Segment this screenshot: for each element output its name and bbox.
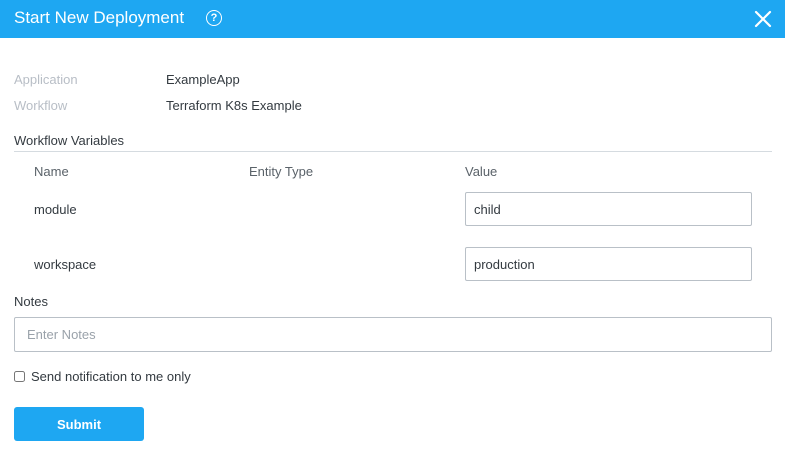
column-header-entity-type: Entity Type	[249, 164, 314, 179]
variable-name-module: module	[34, 202, 77, 217]
application-value: ExampleApp	[166, 72, 240, 87]
workflow-value: Terraform K8s Example	[166, 98, 302, 113]
variable-value-module-input[interactable]	[465, 192, 752, 226]
start-deployment-dialog: Start New Deployment ? Application Examp…	[0, 0, 785, 458]
workflow-variables-title: Workflow Variables	[14, 133, 125, 148]
variable-name-workspace: workspace	[34, 257, 97, 272]
dialog-header: Start New Deployment ?	[0, 0, 785, 38]
application-label: Application	[14, 72, 78, 87]
workflow-label: Workflow	[14, 98, 68, 113]
close-icon[interactable]	[754, 10, 772, 28]
section-divider	[14, 151, 772, 152]
submit-button[interactable]: Submit	[14, 407, 144, 441]
variable-value-workspace-input[interactable]	[465, 247, 752, 281]
column-header-value: Value	[465, 164, 498, 179]
column-header-name: Name	[34, 164, 69, 179]
notes-input[interactable]	[14, 317, 772, 352]
notification-checkbox[interactable]	[14, 371, 25, 382]
question-circle-icon[interactable]: ?	[206, 10, 222, 26]
dialog-title: Start New Deployment	[14, 8, 185, 27]
notes-label: Notes	[14, 294, 48, 309]
notification-checkbox-label[interactable]: Send notification to me only	[31, 369, 191, 384]
